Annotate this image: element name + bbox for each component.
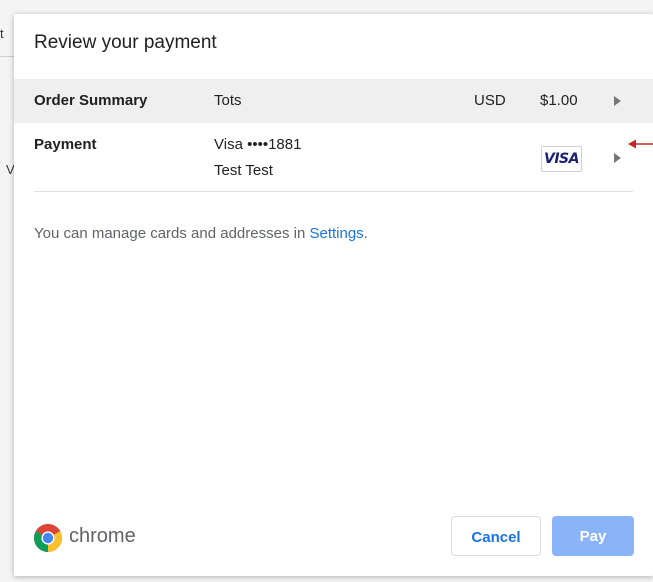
cancel-button[interactable]: Cancel xyxy=(451,516,541,556)
chevron-right-icon[interactable] xyxy=(614,153,621,163)
row-divider xyxy=(34,191,633,192)
order-currency: USD xyxy=(474,92,506,109)
manage-suffix: . xyxy=(363,225,368,242)
settings-link[interactable]: Settings xyxy=(309,225,363,242)
order-item: Tots xyxy=(214,92,242,109)
background-text-fragment: t xyxy=(0,26,4,41)
order-amount: $1.00 xyxy=(540,92,578,109)
manage-cards-text: You can manage cards and addresses in Se… xyxy=(34,225,368,242)
payment-label: Payment xyxy=(34,136,97,153)
payment-dialog: Review your payment Order Summary Tots U… xyxy=(14,14,653,576)
chevron-right-icon[interactable] xyxy=(614,96,621,106)
payment-card-number: Visa ••••1881 xyxy=(214,136,302,153)
annotation-arrow-icon xyxy=(628,139,653,149)
visa-card-icon: VISA xyxy=(541,146,582,172)
dialog-title: Review your payment xyxy=(34,32,217,53)
manage-text: You can manage cards and addresses in xyxy=(34,225,310,242)
chrome-brand-text: chrome xyxy=(69,525,136,547)
payment-row[interactable]: Payment Visa ••••1881 Test Test VISA xyxy=(14,123,653,193)
order-summary-row[interactable]: Order Summary Tots USD $1.00 xyxy=(14,79,653,123)
background-divider xyxy=(0,56,14,57)
payment-cardholder-name: Test Test xyxy=(214,162,273,179)
pay-button[interactable]: Pay xyxy=(552,516,634,556)
order-summary-label: Order Summary xyxy=(34,92,148,109)
chrome-logo-icon xyxy=(34,524,62,552)
